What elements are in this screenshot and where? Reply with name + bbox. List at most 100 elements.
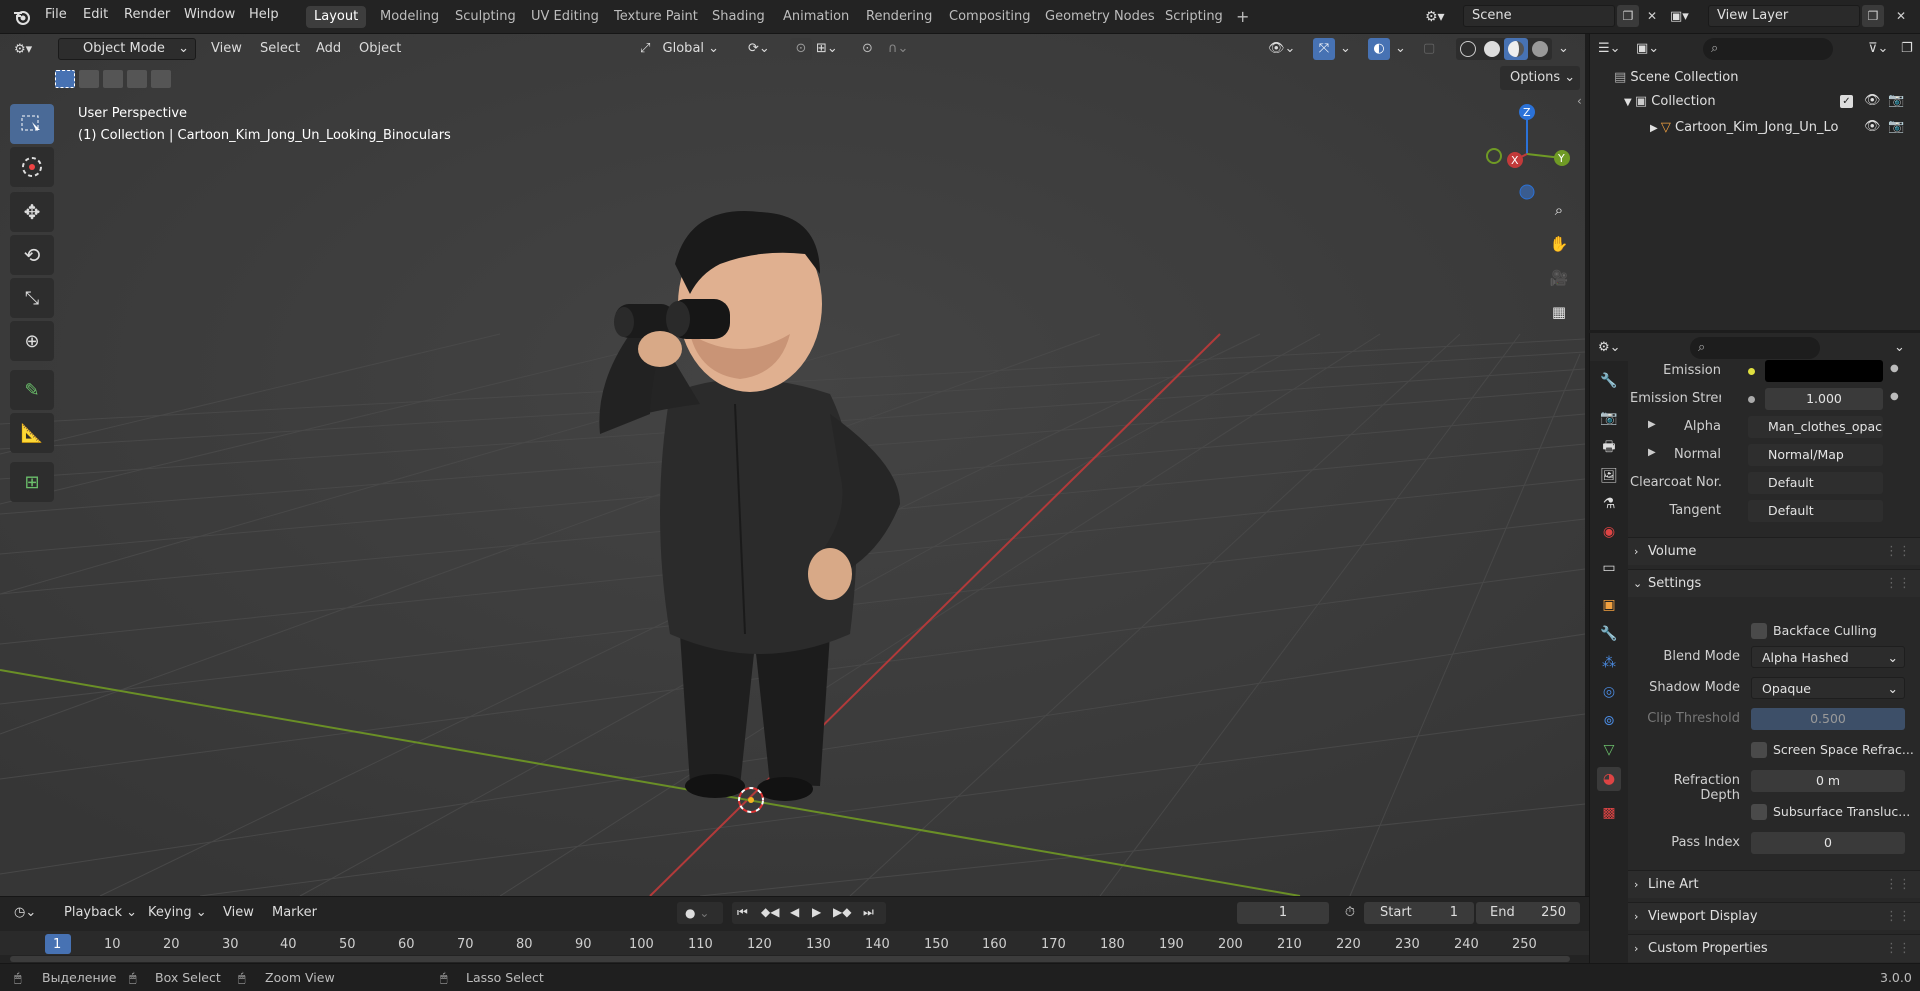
- viewport-menu-select[interactable]: Select: [260, 41, 300, 56]
- shading-dropdown-icon[interactable]: ⌄: [1558, 38, 1574, 60]
- clearcoat-normal-field[interactable]: Default: [1748, 472, 1883, 494]
- drag-handle-icon[interactable]: ⋮⋮: [1885, 871, 1911, 899]
- visibility-icon[interactable]: 👁⌄: [1268, 38, 1308, 60]
- add-cube-tool[interactable]: ⊞: [10, 462, 54, 502]
- measure-tool[interactable]: 📐: [10, 413, 54, 453]
- screen-space-refraction-checkbox[interactable]: [1751, 742, 1767, 758]
- output-tab-icon[interactable]: 🖶: [1597, 436, 1621, 460]
- material-preview-icon[interactable]: [1504, 38, 1528, 60]
- line-art-panel-header[interactable]: › Line Art ⋮⋮: [1628, 870, 1920, 898]
- filter-icon[interactable]: ⊽⌄: [1868, 38, 1898, 60]
- tab-layout[interactable]: Layout: [306, 6, 367, 28]
- view-layer-icon[interactable]: ▣▾: [1670, 6, 1706, 28]
- tab-compositing[interactable]: Compositing: [941, 6, 1039, 28]
- jump-end-icon[interactable]: ⏭: [863, 905, 874, 920]
- scene-field[interactable]: Scene: [1463, 5, 1615, 27]
- xray-icon[interactable]: ▢: [1423, 38, 1445, 60]
- viewport-menu-view[interactable]: View: [211, 41, 242, 56]
- mode-selector[interactable]: Object Mode ⌄: [58, 38, 196, 60]
- scene-tab-icon[interactable]: ⚗: [1597, 492, 1621, 516]
- tab-scripting[interactable]: Scripting: [1157, 6, 1231, 28]
- tab-modeling[interactable]: Modeling: [372, 6, 447, 28]
- drag-handle-icon[interactable]: ⋮⋮: [1885, 538, 1911, 566]
- sidebar-toggle-icon[interactable]: ‹: [1577, 94, 1582, 108]
- expand-arrow-icon[interactable]: ▶: [1650, 123, 1661, 134]
- eye-icon[interactable]: 👁: [1864, 93, 1881, 108]
- eye-icon[interactable]: 👁: [1864, 119, 1881, 134]
- 3d-viewport[interactable]: ⚙▾ Object Mode ⌄ View Select Add Object ⤢…: [0, 34, 1585, 896]
- cursor-tool[interactable]: [10, 147, 54, 187]
- new-collection-icon[interactable]: ❐: [1901, 38, 1919, 60]
- properties-search-input[interactable]: ⌕: [1690, 337, 1820, 359]
- start-frame-field[interactable]: Start 1: [1364, 902, 1474, 924]
- timeline-menu-view[interactable]: View: [223, 905, 254, 920]
- drag-handle-icon[interactable]: ⋮⋮: [1885, 935, 1911, 963]
- pass-index-field[interactable]: 0: [1751, 832, 1905, 854]
- emission-strength-field[interactable]: 1.000: [1765, 388, 1883, 410]
- tab-geometry-nodes[interactable]: Geometry Nodes: [1037, 6, 1163, 28]
- material-tab-icon[interactable]: ◕: [1597, 767, 1621, 791]
- drag-handle-icon[interactable]: ⋮⋮: [1885, 903, 1911, 931]
- constraints-tab-icon[interactable]: ⊚: [1597, 709, 1621, 733]
- menu-file[interactable]: File: [45, 7, 67, 22]
- timeline-menu-marker[interactable]: Marker: [272, 905, 317, 920]
- collection-row[interactable]: ▼ ▣ Collection ✓ 👁 📷: [1624, 93, 1920, 109]
- select-box-tool[interactable]: [10, 104, 54, 144]
- modifier-tab-icon[interactable]: 🔧: [1597, 622, 1621, 646]
- refraction-depth-field[interactable]: 0 m: [1751, 770, 1905, 792]
- keyframe-dot-icon[interactable]: ●: [1890, 391, 1899, 402]
- annotate-tool[interactable]: ✎: [10, 370, 54, 410]
- overlay-toggle-icon[interactable]: ◐: [1368, 38, 1390, 60]
- delete-view-layer-icon[interactable]: ✕: [1890, 5, 1912, 27]
- object-tab-icon[interactable]: ▣: [1597, 593, 1621, 617]
- subsurface-translucency-checkbox[interactable]: [1751, 804, 1767, 820]
- editor-type-icon[interactable]: ⚙▾: [14, 39, 50, 61]
- settings-panel-header[interactable]: ⌄ Settings ⋮⋮: [1628, 569, 1920, 597]
- select-subtract-icon[interactable]: [103, 70, 123, 88]
- outliner-search-input[interactable]: ⌕: [1703, 38, 1833, 60]
- collection-tab-icon[interactable]: ▭: [1597, 556, 1621, 580]
- display-mode-icon[interactable]: ▣⌄: [1636, 38, 1668, 60]
- timeline-editor-icon[interactable]: ◷⌄: [14, 902, 50, 924]
- texture-tab-icon[interactable]: ▩: [1597, 801, 1621, 825]
- view-layer-tab-icon[interactable]: 🖼: [1597, 464, 1621, 488]
- scene-icon[interactable]: ⚙▾: [1425, 6, 1461, 28]
- gizmo-dropdown-icon[interactable]: ⌄: [1340, 38, 1356, 60]
- object-row[interactable]: ▶ ▽ Cartoon_Kim_Jong_Un_Lo 👁 📷: [1650, 119, 1920, 135]
- viewport-menu-object[interactable]: Object: [359, 41, 401, 56]
- normal-link-field[interactable]: Normal/Map: [1748, 444, 1883, 466]
- properties-options-icon[interactable]: ⌄: [1894, 337, 1914, 359]
- play-reverse-icon[interactable]: ◀: [790, 905, 799, 919]
- alpha-link-field[interactable]: Man_clothes_opac...: [1748, 416, 1883, 438]
- collapse-arrow-icon[interactable]: ▼: [1624, 97, 1635, 108]
- timeline-scrollbar[interactable]: [10, 956, 1570, 962]
- properties-editor-icon[interactable]: ⚙⌄: [1598, 337, 1628, 359]
- world-tab-icon[interactable]: ◉: [1597, 520, 1621, 544]
- transform-tool[interactable]: ⊕: [10, 321, 54, 361]
- shadow-mode-dropdown[interactable]: Opaque ⌄: [1751, 677, 1905, 699]
- tab-sculpting[interactable]: Sculpting: [447, 6, 524, 28]
- tool-tab-icon[interactable]: 🔧: [1597, 369, 1621, 393]
- data-tab-icon[interactable]: ▽: [1597, 738, 1621, 762]
- exclude-checkbox[interactable]: ✓: [1840, 95, 1853, 108]
- physics-tab-icon[interactable]: ◎: [1597, 680, 1621, 704]
- record-button[interactable]: ● ⌄: [677, 902, 723, 924]
- render-tab-icon[interactable]: 📷: [1597, 406, 1621, 430]
- scene-collection-row[interactable]: ▤ Scene Collection: [1614, 70, 1739, 85]
- select-intersect-icon[interactable]: [151, 70, 171, 88]
- stopwatch-icon[interactable]: ⏱: [1339, 902, 1361, 924]
- drag-handle-icon[interactable]: ⋮⋮: [1885, 570, 1911, 598]
- wireframe-shading-icon[interactable]: [1460, 41, 1476, 57]
- scale-tool[interactable]: ⤡: [10, 278, 54, 318]
- camera-icon[interactable]: 📷: [1888, 93, 1904, 108]
- zoom-icon[interactable]: ⌕: [1545, 196, 1573, 224]
- menu-window[interactable]: Window: [184, 7, 235, 22]
- blender-logo-icon[interactable]: [12, 7, 32, 27]
- select-extend-icon[interactable]: [79, 70, 99, 88]
- tangent-field[interactable]: Default: [1748, 500, 1883, 522]
- select-invert-icon[interactable]: [127, 70, 147, 88]
- tab-uv-editing[interactable]: UV Editing: [523, 6, 607, 28]
- options-dropdown[interactable]: Options ⌄: [1500, 66, 1580, 90]
- tab-texture-paint[interactable]: Texture Paint: [606, 6, 706, 28]
- pivot-point-icon[interactable]: ⟳⌄: [748, 38, 784, 60]
